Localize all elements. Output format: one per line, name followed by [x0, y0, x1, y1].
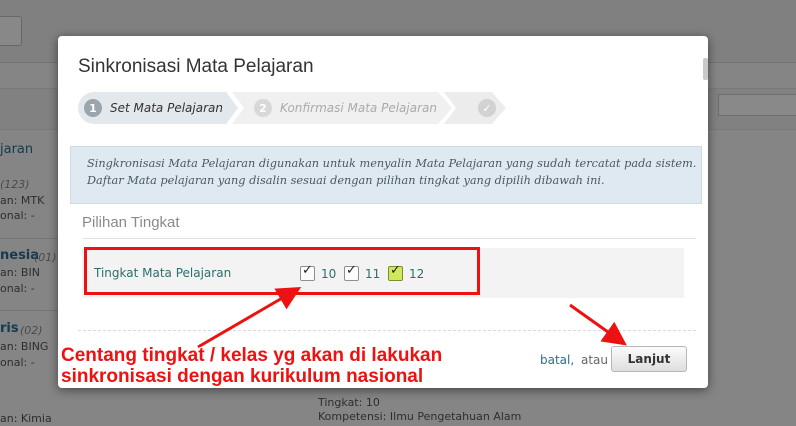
annotation-arrow-checkbox — [197, 286, 302, 349]
annotation-arrow-button — [569, 303, 627, 346]
annotation-text: Centang tingkat / kelas yg akan di lakuk… — [61, 345, 442, 387]
annotation-line-1: Centang tingkat / kelas yg akan di lakuk… — [61, 345, 443, 366]
annotation-line-2: sinkronisasi dengan kurikulum nasional — [61, 366, 424, 387]
